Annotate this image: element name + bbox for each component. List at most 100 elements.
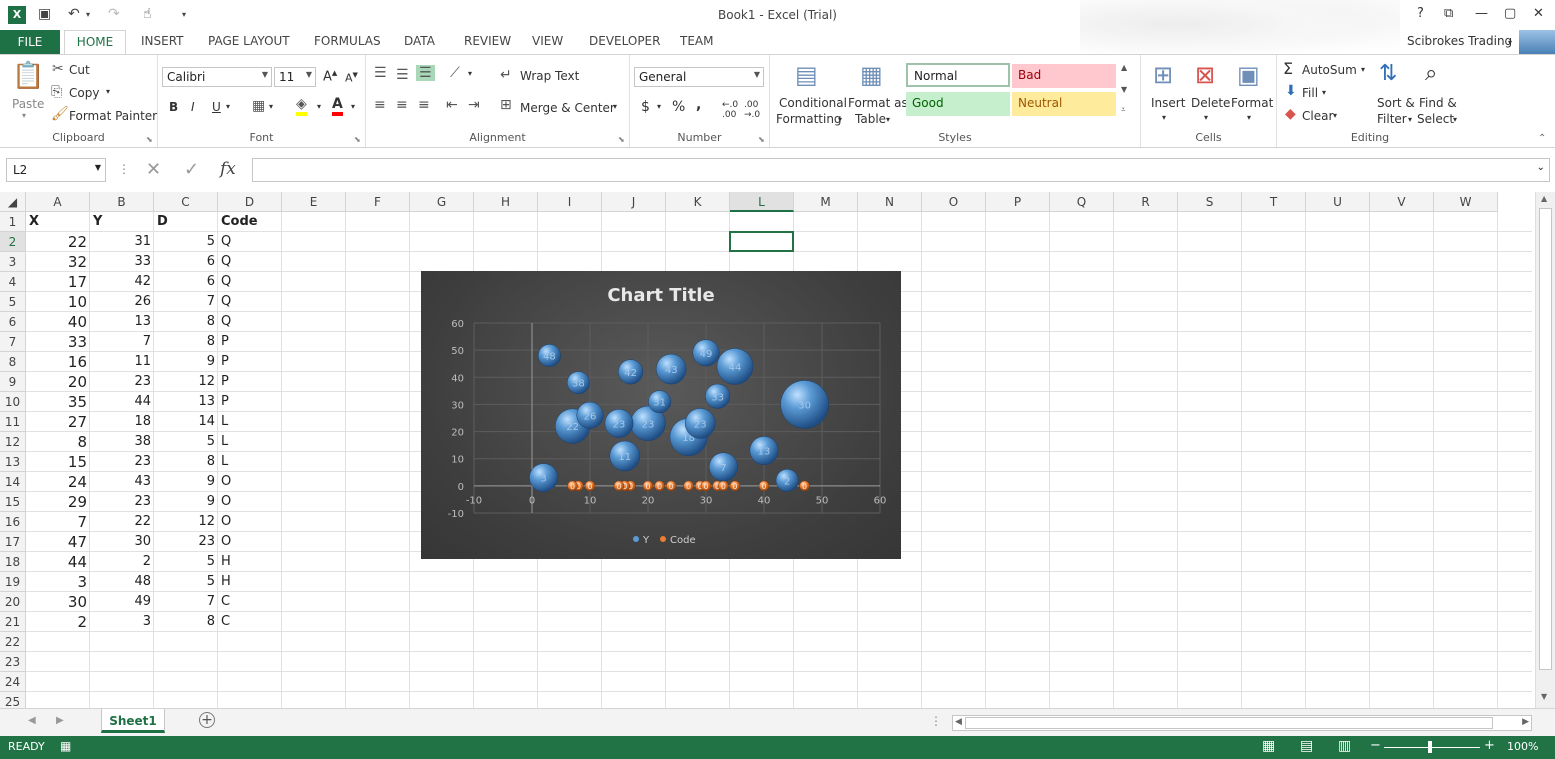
format-painter-icon[interactable]: 🖌 [51, 106, 69, 122]
clipboard-launcher-icon[interactable]: ⬊ [146, 135, 153, 144]
bubble-chart[interactable]: Chart Title -10 0 10 20 30 40 50 60 -10 0 10 20 30 40… [421, 271, 901, 559]
sort-filter-icon[interactable]: ⇅ [1379, 61, 1397, 86]
row-header[interactable]: 1 [0, 212, 26, 232]
font-color-dropdown-icon[interactable]: ▾ [351, 102, 355, 111]
row-header[interactable]: 25 [0, 692, 26, 708]
cell[interactable]: 42 [90, 272, 154, 292]
cell[interactable]: P [218, 352, 282, 372]
row-header[interactable]: 7 [0, 332, 26, 352]
cell[interactable]: 6 [154, 252, 218, 272]
cell[interactable]: O [218, 512, 282, 532]
collapse-ribbon-icon[interactable]: ⌃ [1538, 133, 1546, 144]
format-cells-icon[interactable]: ▣ [1237, 61, 1260, 89]
row-header[interactable]: 19 [0, 572, 26, 592]
cell[interactable]: 2 [26, 612, 90, 632]
cell[interactable]: 7 [154, 592, 218, 612]
row-header[interactable]: 8 [0, 352, 26, 372]
align-bottom-icon[interactable]: ☰ [416, 65, 435, 81]
number-format-combo[interactable]: General ▼ [634, 67, 764, 87]
merge-center-icon[interactable]: ⊞ [500, 97, 512, 113]
column-header[interactable]: N [858, 192, 922, 212]
format-as-table-label-2[interactable]: Table [855, 112, 886, 126]
orientation-dropdown-icon[interactable]: ▾ [468, 69, 472, 78]
cell[interactable]: 5 [154, 572, 218, 592]
find-select-dropdown-icon[interactable]: ▾ [1453, 115, 1457, 124]
format-painter-button[interactable]: Format Painter [69, 109, 157, 123]
insert-cells-button[interactable]: Insert [1151, 96, 1185, 110]
align-right-icon[interactable]: ≡ [418, 97, 430, 113]
column-header[interactable]: D [218, 192, 282, 212]
cell[interactable]: 8 [154, 312, 218, 332]
cell[interactable]: 13 [154, 392, 218, 412]
borders-icon[interactable]: ▦ [252, 98, 265, 114]
row-header[interactable]: 24 [0, 672, 26, 692]
style-good[interactable]: Good [906, 92, 1010, 116]
cell[interactable]: C [218, 612, 282, 632]
cell[interactable]: O [218, 472, 282, 492]
scroll-right-icon[interactable]: ▶ [1522, 717, 1529, 727]
column-header[interactable]: A [26, 192, 90, 212]
number-format-dropdown-icon[interactable]: ▼ [754, 70, 760, 79]
cell[interactable]: 8 [154, 332, 218, 352]
conditional-formatting-label-1[interactable]: Conditional [779, 96, 847, 110]
format-cells-button[interactable]: Format [1231, 96, 1273, 110]
column-header[interactable]: E [282, 192, 346, 212]
close-button[interactable]: ✕ [1533, 6, 1544, 21]
cell[interactable]: 17 [26, 272, 90, 292]
conditional-formatting-dropdown-icon[interactable]: ▾ [838, 115, 842, 124]
name-box-dropdown-icon[interactable]: ▼ [95, 163, 101, 172]
delete-cells-button[interactable]: Delete [1191, 96, 1230, 110]
alignment-launcher-icon[interactable]: ⬊ [618, 135, 625, 144]
cell[interactable]: 13 [90, 312, 154, 332]
row-header[interactable]: 5 [0, 292, 26, 312]
cell[interactable]: Q [218, 312, 282, 332]
cell[interactable]: 22 [26, 232, 90, 252]
cell[interactable]: Y [90, 212, 154, 232]
autosum-icon[interactable]: Σ [1283, 59, 1293, 78]
cell[interactable]: 20 [26, 372, 90, 392]
row-header[interactable]: 6 [0, 312, 26, 332]
cell[interactable]: 9 [154, 352, 218, 372]
number-launcher-icon[interactable]: ⬊ [758, 135, 765, 144]
cell[interactable]: 44 [90, 392, 154, 412]
fill-icon[interactable]: ⬇ [1285, 83, 1297, 99]
column-header[interactable]: T [1242, 192, 1306, 212]
column-header[interactable]: C [154, 192, 218, 212]
cell[interactable]: X [26, 212, 90, 232]
tab-view[interactable]: VIEW [532, 34, 563, 48]
cell[interactable]: 32 [26, 252, 90, 272]
style-neutral[interactable]: Neutral [1012, 92, 1116, 116]
row-header[interactable]: 2 [0, 232, 26, 252]
macro-recording-icon[interactable]: ▦ [60, 739, 71, 753]
cell[interactable]: 6 [154, 272, 218, 292]
cell[interactable]: 7 [154, 292, 218, 312]
decrease-indent-icon[interactable]: ⇤ [446, 97, 458, 113]
font-launcher-icon[interactable]: ⬊ [354, 135, 361, 144]
cell[interactable]: 5 [154, 552, 218, 572]
tab-home[interactable]: HOME [64, 30, 126, 55]
merge-dropdown-icon[interactable]: ▾ [613, 102, 617, 111]
cell[interactable]: 16 [26, 352, 90, 372]
cell[interactable]: 23 [90, 372, 154, 392]
row-header[interactable]: 10 [0, 392, 26, 412]
align-left-icon[interactable]: ≡ [374, 97, 386, 113]
sort-filter-label-1[interactable]: Sort & [1377, 96, 1415, 110]
cell[interactable]: O [218, 532, 282, 552]
cell[interactable]: 47 [26, 532, 90, 552]
format-dropdown-icon[interactable]: ▾ [1247, 113, 1251, 122]
row-header[interactable]: 15 [0, 492, 26, 512]
tab-team[interactable]: TEAM [680, 34, 713, 48]
column-header[interactable]: B [90, 192, 154, 212]
styles-scroll-up-icon[interactable]: ▲ [1121, 63, 1127, 72]
row-header[interactable]: 14 [0, 472, 26, 492]
row-header[interactable]: 23 [0, 652, 26, 672]
cell[interactable]: P [218, 372, 282, 392]
shrink-font-icon[interactable]: A▼ [345, 71, 358, 85]
cell[interactable]: 49 [90, 592, 154, 612]
cell[interactable]: O [218, 492, 282, 512]
row-header[interactable]: 22 [0, 632, 26, 652]
ribbon-display-icon[interactable]: ⧉ [1444, 6, 1453, 21]
cell[interactable]: Q [218, 252, 282, 272]
cell[interactable]: 27 [26, 412, 90, 432]
scroll-up-icon[interactable]: ▲ [1541, 194, 1547, 203]
